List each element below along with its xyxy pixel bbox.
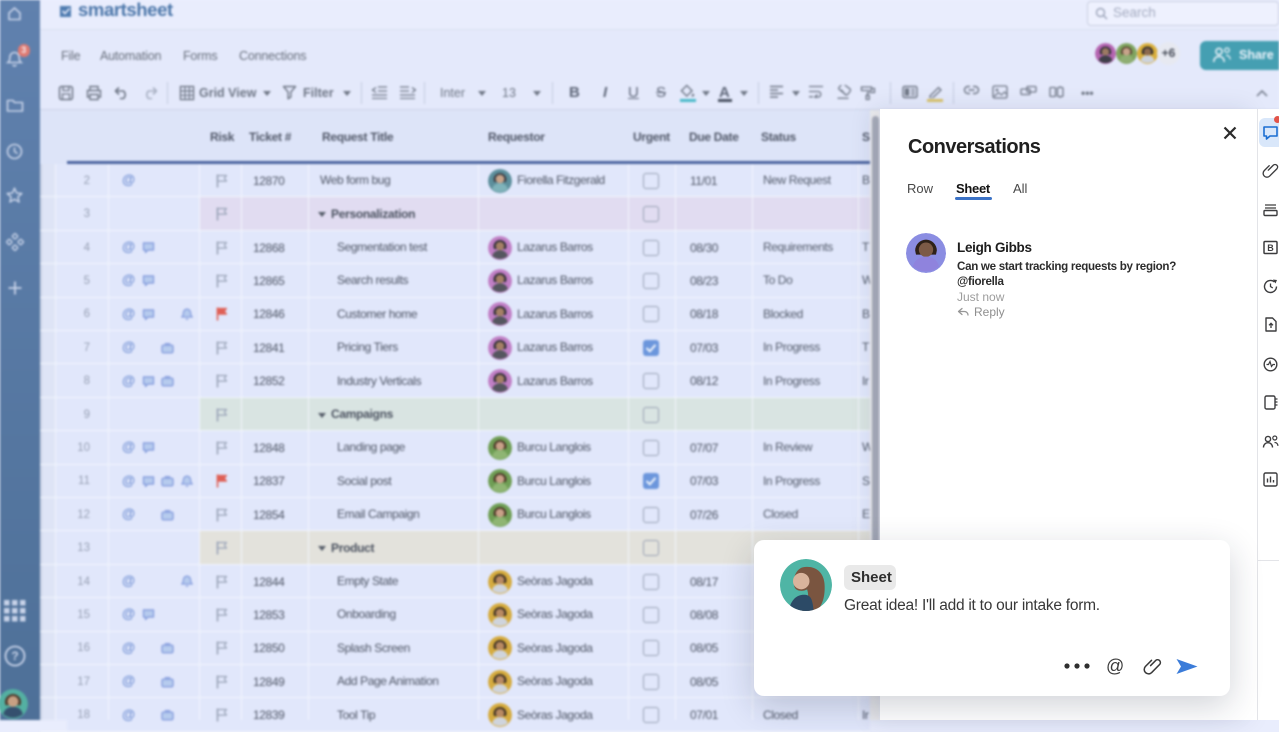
svg-text:B: B xyxy=(1267,243,1274,253)
svg-text:?: ? xyxy=(11,649,18,663)
